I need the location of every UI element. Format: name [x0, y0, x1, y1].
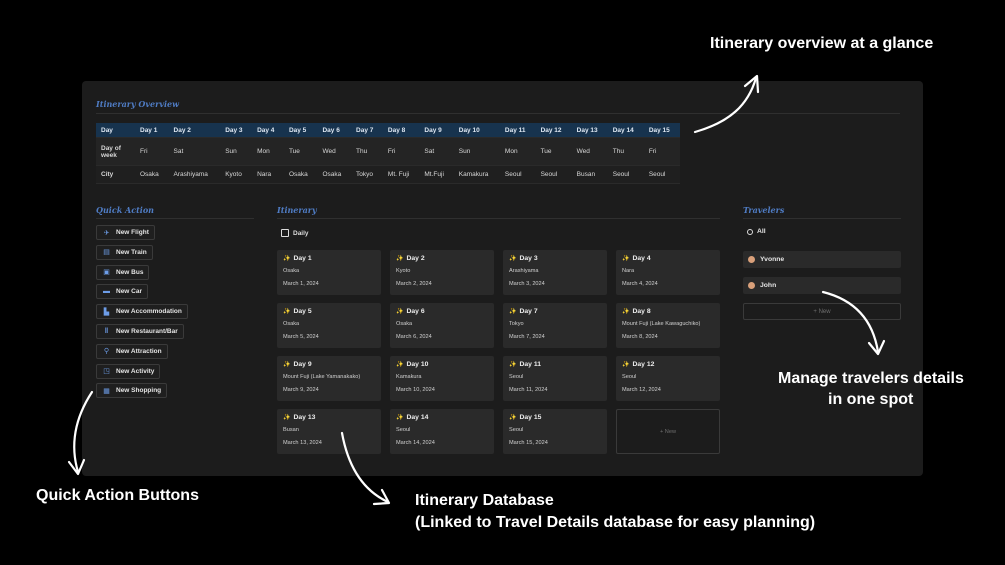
arrow-overview — [693, 76, 758, 134]
annotation-arrows — [67, 74, 886, 506]
arrow-database — [340, 431, 390, 504]
